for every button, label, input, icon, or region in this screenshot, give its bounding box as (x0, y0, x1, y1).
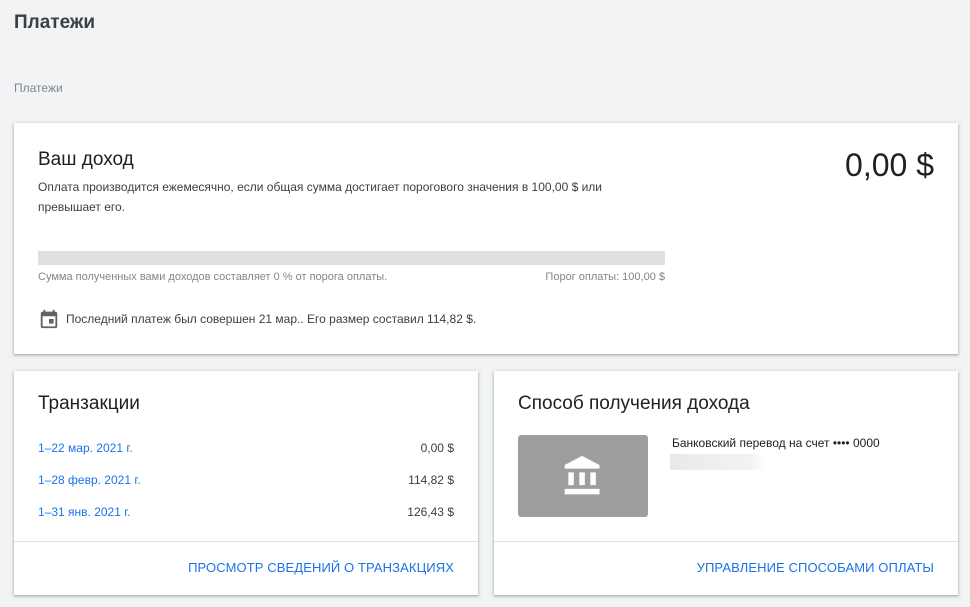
payment-method-title: Способ получения дохода (518, 393, 750, 414)
table-row: 1–22 мар. 2021 г. 0,00 $ (38, 441, 454, 473)
manage-payment-methods-link[interactable]: УПРАВЛЕНИЕ СПОСОБАМИ ОПЛАТЫ (697, 560, 934, 575)
page-title: Платежи (14, 12, 96, 33)
breadcrumb: Платежи (14, 81, 63, 95)
transaction-amount: 114,82 $ (408, 473, 454, 487)
calendar-icon (40, 309, 58, 329)
income-amount: 0,00 $ (845, 147, 934, 183)
transaction-date-link[interactable]: 1–28 февр. 2021 г. (38, 473, 141, 487)
transactions-card: Транзакции 1–22 мар. 2021 г. 0,00 $ 1–28… (14, 371, 478, 595)
threshold-progress-bar (38, 251, 665, 265)
transaction-amount: 126,43 $ (407, 505, 454, 519)
transaction-amount: 0,00 $ (420, 441, 454, 455)
table-row: 1–31 янв. 2021 г. 126,43 $ (38, 505, 454, 537)
bank-account-label: Банковский перевод на счет •••• 0000 (672, 436, 880, 450)
card-divider (14, 541, 478, 542)
transaction-date-link[interactable]: 1–31 янв. 2021 г. (38, 505, 130, 519)
redacted-account-details (670, 454, 766, 470)
last-payment: Последний платеж был совершен 21 мар.. Е… (38, 308, 476, 330)
payment-method-card: Способ получения дохода Банковский перев… (494, 371, 958, 595)
transactions-list: 1–22 мар. 2021 г. 0,00 $ 1–28 февр. 2021… (38, 441, 454, 537)
income-card: Ваш доход Оплата производится ежемесячно… (14, 123, 958, 354)
bank-tile (518, 435, 648, 517)
table-row: 1–28 февр. 2021 г. 114,82 $ (38, 473, 454, 505)
transactions-title: Транзакции (38, 393, 140, 414)
card-divider (494, 541, 958, 542)
view-transactions-link[interactable]: ПРОСМОТР СВЕДЕНИЙ О ТРАНЗАКЦИЯХ (188, 560, 454, 575)
transaction-date-link[interactable]: 1–22 мар. 2021 г. (38, 441, 133, 455)
threshold-text: Порог оплаты: 100,00 $ (545, 271, 665, 283)
income-description: Оплата производится ежемесячно, если общ… (38, 180, 603, 214)
bank-icon (564, 455, 600, 495)
income-title: Ваш доход (38, 149, 134, 170)
last-payment-text: Последний платеж был совершен 21 мар.. Е… (66, 312, 477, 326)
